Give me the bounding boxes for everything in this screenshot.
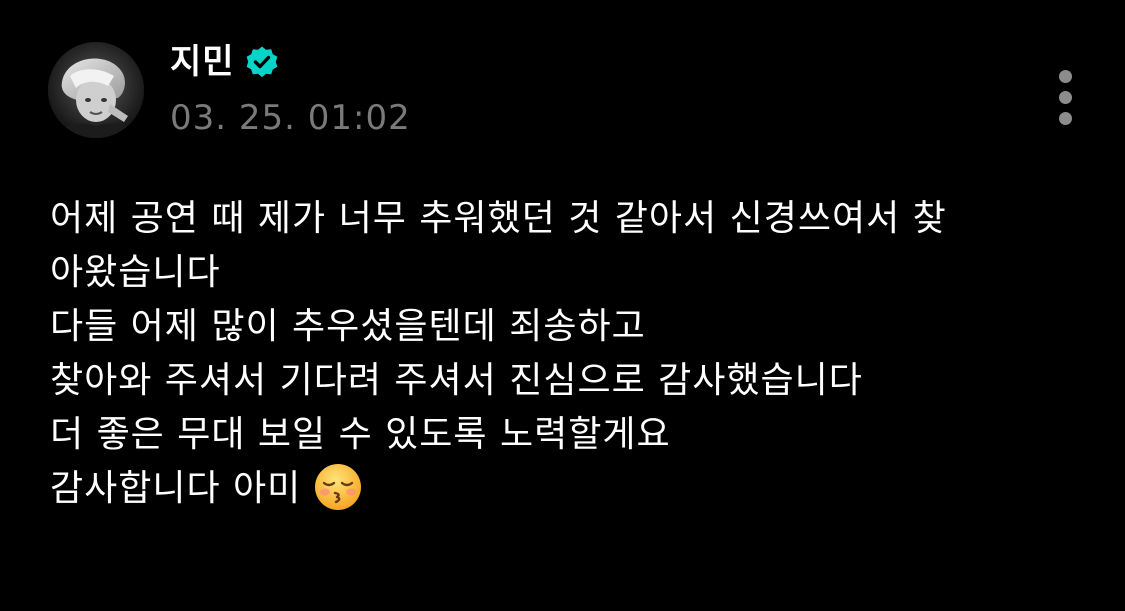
post-body-line: 아왔습니다: [50, 252, 221, 293]
post-body-last-line: 감사합니다 아미: [50, 462, 1090, 516]
verified-badge-icon: [245, 45, 279, 79]
more-vertical-icon-dot: [1059, 91, 1072, 104]
avatar-image: [48, 42, 144, 138]
more-vertical-icon-dot: [1059, 112, 1072, 125]
post-body-line: 찾아와 주셔서 기다려 주셔서 진심으로 감사했습니다: [50, 360, 863, 401]
author-row: 지민: [170, 40, 279, 84]
author-name[interactable]: 지민: [170, 40, 235, 84]
more-vertical-icon: [1059, 70, 1072, 83]
avatar[interactable]: [48, 42, 144, 138]
post-card: 지민 03. 25. 01:02 어제 공연 때 제가 너무 추워했던 것 같아…: [0, 0, 1125, 611]
post-body-line: 감사합니다 아미: [50, 468, 302, 509]
more-options-button[interactable]: [1044, 64, 1088, 130]
kissing-face-emoji-icon: [313, 462, 363, 512]
post-body: 어제 공연 때 제가 너무 추워했던 것 같아서 신경쓰여서 찾 아왔습니다 다…: [50, 192, 1090, 516]
post-body-line: 어제 공연 때 제가 너무 추워했던 것 같아서 신경쓰여서 찾: [50, 198, 947, 239]
post-timestamp: 03. 25. 01:02: [170, 98, 411, 138]
post-body-line: 더 좋은 무대 보일 수 있도록 노력할게요: [50, 414, 671, 455]
post-body-line: 다들 어제 많이 추우셨을텐데 죄송하고: [50, 306, 646, 347]
